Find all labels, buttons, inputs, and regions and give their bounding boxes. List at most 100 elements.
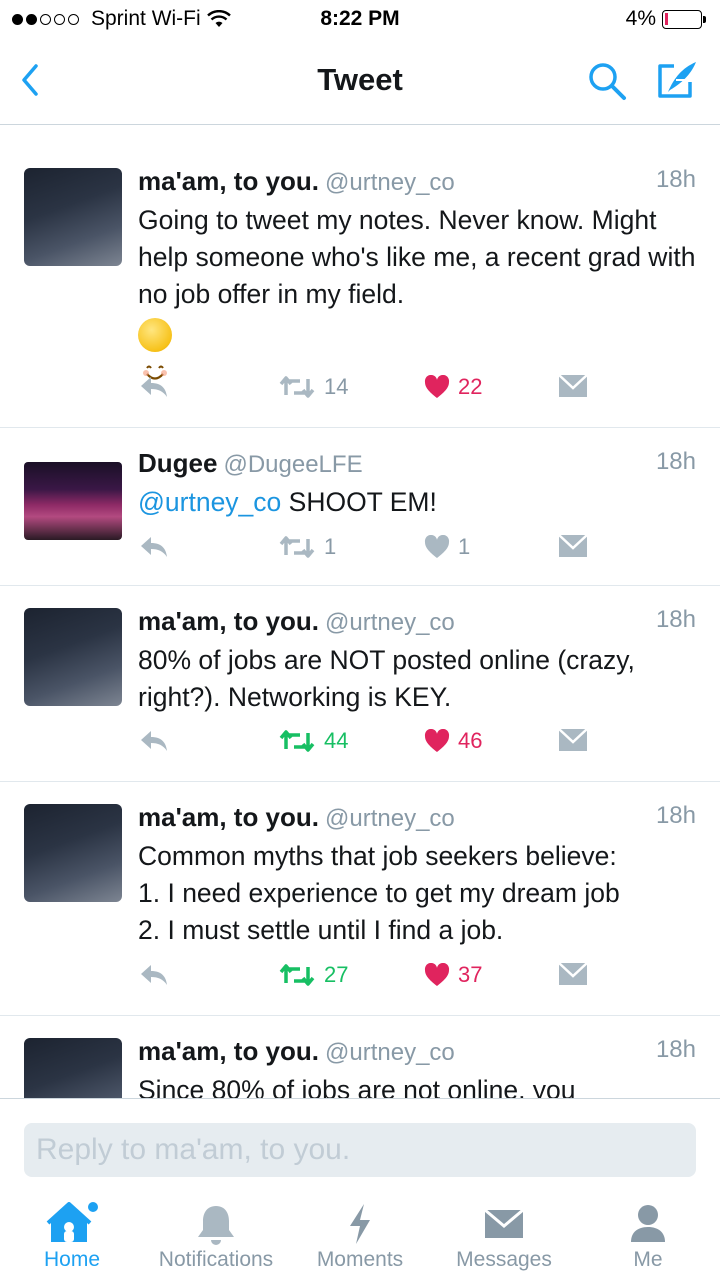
author-name[interactable]: ma'am, to you.: [138, 166, 319, 196]
tab-messages[interactable]: Messages: [432, 1194, 576, 1280]
person-icon: [631, 1205, 665, 1242]
author-name[interactable]: Dugee: [138, 448, 217, 478]
retweet-icon: [279, 376, 315, 398]
tab-label: Notifications: [158, 1248, 274, 1271]
like-button[interactable]: 22: [424, 374, 482, 400]
like-count: 46: [458, 728, 483, 753]
author-handle: @urtney_co: [325, 609, 455, 636]
like-button[interactable]: 37: [424, 962, 482, 988]
tweet-item[interactable]: ma'am, to you. @urtney_co 18h Going to tw…: [0, 146, 720, 428]
reply-button[interactable]: [138, 534, 170, 560]
search-icon[interactable]: [586, 60, 628, 102]
tweet-actions: 27 37: [138, 962, 598, 998]
tweet-timestamp: 18h: [655, 166, 696, 193]
reply-button[interactable]: [138, 374, 170, 400]
tweet-header: ma'am, to you. @urtney_co 18h: [138, 606, 696, 637]
tweet-item[interactable]: ma'am, to you. @urtney_co 18h 80% of jobs…: [0, 586, 720, 782]
tweet-text: Common myths that job seekers believe: 1…: [138, 841, 620, 945]
compose-tweet-icon[interactable]: [654, 58, 700, 102]
tweet-text: @urtney_co SHOOT EM!: [138, 487, 437, 517]
heart-icon: [424, 535, 450, 558]
direct-message-button[interactable]: [558, 728, 588, 752]
heart-icon: [424, 963, 450, 986]
tweet-item[interactable]: ma'am, to you. @urtney_co 18h Common myth…: [0, 782, 720, 1016]
navigation-bar: Tweet: [0, 40, 720, 125]
author-name[interactable]: ma'am, to you.: [138, 606, 319, 636]
lightning-icon: [350, 1204, 370, 1244]
envelope-icon: [558, 728, 588, 751]
tweet-header: ma'am, to you. @urtney_co 18h: [138, 1036, 696, 1067]
reply-icon: [141, 377, 167, 397]
reply-icon: [141, 965, 167, 985]
retweet-button[interactable]: 14: [278, 374, 348, 400]
envelope-icon: [558, 962, 588, 985]
tab-notifications[interactable]: Notifications: [144, 1194, 288, 1280]
feed-separator: [0, 124, 720, 147]
avatar[interactable]: [24, 608, 122, 706]
tab-home[interactable]: Home: [0, 1194, 144, 1280]
tweet-timestamp: 18h: [655, 802, 696, 829]
smiling-face-emoji-icon: [138, 318, 172, 380]
reply-button[interactable]: [138, 962, 170, 988]
tweet-actions: 44 46: [138, 728, 598, 764]
retweet-button[interactable]: 1: [278, 534, 336, 560]
reply-button[interactable]: [138, 728, 170, 754]
battery-info: 4%: [626, 7, 706, 31]
author-handle: @DugeeLFE: [223, 451, 363, 478]
author-name[interactable]: ma'am, to you.: [138, 1036, 319, 1066]
heart-icon: [424, 729, 450, 752]
reply-icon: [141, 731, 167, 751]
tweet-actions: 1 1: [138, 534, 598, 570]
direct-message-button[interactable]: [558, 534, 588, 558]
avatar[interactable]: [24, 168, 122, 266]
heart-icon: [424, 375, 450, 398]
author-name[interactable]: ma'am, to you.: [138, 802, 319, 832]
tweet-header: ma'am, to you. @urtney_co 18h: [138, 802, 696, 833]
mention-link[interactable]: @urtney_co: [138, 487, 281, 517]
reply-icon: [141, 537, 167, 557]
tweet-item[interactable]: ma'am, to you. @urtney_co 18h Since 80% o…: [0, 1016, 720, 1098]
direct-message-button[interactable]: [558, 374, 588, 398]
like-count: 1: [458, 534, 471, 559]
retweet-button[interactable]: 27: [278, 962, 348, 988]
tweet-actions: 14 22: [138, 374, 598, 410]
reply-input[interactable]: [24, 1123, 696, 1177]
avatar[interactable]: [24, 1038, 122, 1098]
reply-bar: [0, 1098, 720, 1195]
tweet-item[interactable]: Dugee @DugeeLFE 18h @urtney_co SHOOT EM! …: [0, 428, 720, 586]
tab-label: Home: [43, 1248, 101, 1271]
envelope-icon: [484, 1208, 524, 1238]
retweet-icon: [279, 536, 315, 558]
tweet-header: Dugee @DugeeLFE 18h: [138, 448, 696, 479]
like-count: 37: [458, 962, 483, 987]
author-handle: @urtney_co: [325, 805, 455, 832]
status-time: 8:22 PM: [320, 7, 400, 30]
envelope-icon: [558, 534, 588, 557]
tweet-timestamp: 18h: [655, 448, 696, 475]
tweet-timestamp: 18h: [655, 606, 696, 633]
like-count: 22: [458, 374, 483, 399]
retweet-icon: [279, 964, 315, 986]
direct-message-button[interactable]: [558, 962, 588, 986]
like-button[interactable]: 1: [424, 534, 470, 560]
retweet-icon: [279, 730, 315, 752]
avatar[interactable]: [24, 804, 122, 902]
tab-label: Messages: [456, 1248, 552, 1271]
tab-bar: Home Notifications Moments Messages Me: [0, 1194, 720, 1280]
tweet-text: 80% of jobs are NOT posted online (crazy…: [138, 645, 635, 712]
like-button[interactable]: 46: [424, 728, 482, 754]
tweet-text: Since 80% of jobs are not online, you: [138, 1075, 576, 1098]
bell-icon: [198, 1206, 234, 1245]
author-handle: @urtney_co: [325, 1039, 455, 1066]
home-icon: [46, 1202, 98, 1242]
status-bar: Sprint Wi-Fi 8:22 PM 4%: [0, 0, 720, 40]
avatar[interactable]: [24, 462, 122, 540]
retweet-button[interactable]: 44: [278, 728, 348, 754]
author-handle: @urtney_co: [325, 169, 455, 196]
tab-moments[interactable]: Moments: [288, 1194, 432, 1280]
retweet-count: 27: [324, 962, 349, 987]
tab-me[interactable]: Me: [576, 1194, 720, 1280]
tab-label: Moments: [316, 1248, 404, 1271]
tweet-timestamp: 18h: [655, 1036, 696, 1063]
envelope-icon: [558, 374, 588, 397]
